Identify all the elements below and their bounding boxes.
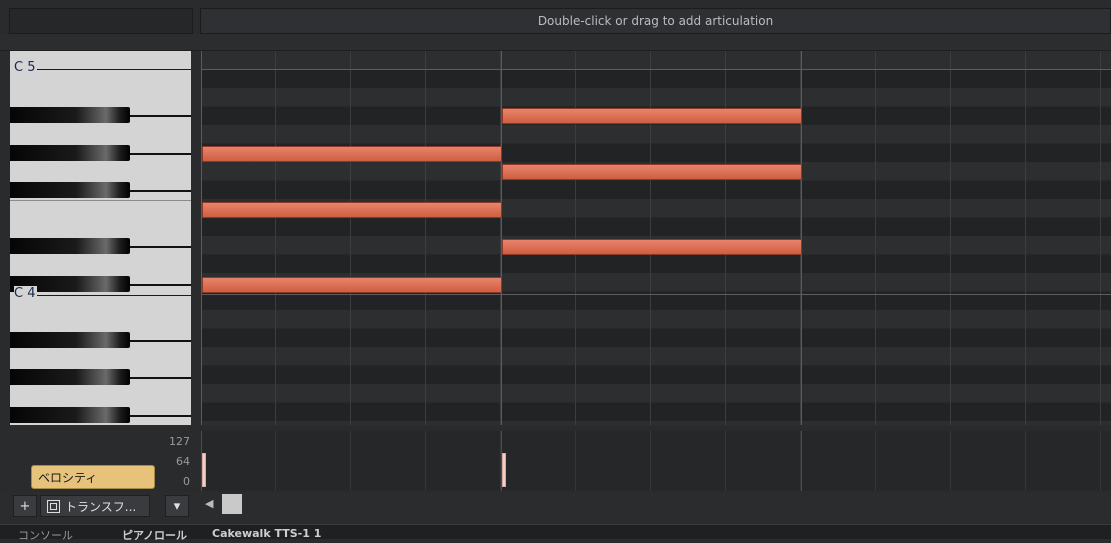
black-key[interactable] xyxy=(10,182,130,199)
note-a-sharp3[interactable] xyxy=(202,277,502,293)
articulation-hint: Double-click or drag to add articulation xyxy=(537,14,774,28)
black-key[interactable] xyxy=(10,369,130,386)
transform-icon xyxy=(47,499,60,513)
note-e4[interactable] xyxy=(502,164,802,180)
chevron-down-icon: ▾ xyxy=(173,498,181,514)
key-divider xyxy=(130,190,191,193)
note-f4[interactable] xyxy=(202,146,502,162)
black-key[interactable] xyxy=(10,331,130,348)
articulation-lane[interactable]: Double-click or drag to add articulation xyxy=(200,8,1111,34)
note-d4[interactable] xyxy=(202,202,502,218)
velocity-bar-line-3 xyxy=(801,431,802,491)
key-divider xyxy=(130,339,191,342)
key-divider xyxy=(130,115,191,118)
lane-menu-button[interactable]: ▾ xyxy=(165,495,189,517)
plus-icon: + xyxy=(19,498,31,514)
note-grid[interactable] xyxy=(201,51,1111,425)
black-key[interactable] xyxy=(10,107,130,124)
articulation-header xyxy=(9,8,193,34)
velocity-lane-selector[interactable]: ベロシティ xyxy=(31,465,155,489)
velocity-lane-label: ベロシティ xyxy=(38,471,98,485)
black-key[interactable] xyxy=(10,406,130,423)
white-key-divider xyxy=(10,200,191,201)
key-divider xyxy=(130,283,191,286)
velocity-lane[interactable] xyxy=(201,431,1111,491)
c4-row-line xyxy=(201,294,1111,295)
octave-label-c5: C 5 xyxy=(14,60,38,75)
bottom-toolbar: + トランスフ... ▾ xyxy=(0,492,1111,522)
tab-track-name: Cakewalk TTS-1 1 xyxy=(212,527,322,540)
velocity-scale-mid: 64 xyxy=(176,455,190,468)
octave-label-c4: C 4 xyxy=(14,286,38,301)
octave-line-c4 xyxy=(14,295,191,296)
c5-row-line xyxy=(201,69,1111,70)
tab-piano-roll[interactable]: ピアノロール xyxy=(122,527,187,543)
scroll-left-arrow-icon[interactable]: ◀ xyxy=(205,497,213,510)
note-g4[interactable] xyxy=(502,108,802,124)
transform-label: トランスフ... xyxy=(65,499,137,514)
key-divider xyxy=(130,246,191,249)
velocity-controls: 127 64 0 ベロシティ xyxy=(9,431,192,491)
transform-button[interactable]: トランスフ... xyxy=(40,495,150,517)
velocity-bar[interactable] xyxy=(202,453,206,487)
octave-line-c5 xyxy=(14,69,191,70)
bar-line-1 xyxy=(201,51,202,425)
velocity-scale-min: 0 xyxy=(183,475,190,488)
time-ruler[interactable] xyxy=(0,34,1111,51)
key-divider xyxy=(130,152,191,155)
horizontal-scroll-thumb[interactable] xyxy=(222,494,242,514)
black-key[interactable] xyxy=(10,144,130,161)
key-divider xyxy=(130,377,191,380)
black-key[interactable] xyxy=(10,238,130,255)
tab-console[interactable]: コンソール xyxy=(18,527,73,543)
piano-keyboard[interactable]: C 5 C 4 xyxy=(10,51,191,425)
note-c4[interactable] xyxy=(502,239,802,255)
add-lane-button[interactable]: + xyxy=(13,495,37,517)
velocity-scale-max: 127 xyxy=(169,435,190,448)
key-divider xyxy=(130,414,191,417)
velocity-bar[interactable] xyxy=(502,453,506,487)
